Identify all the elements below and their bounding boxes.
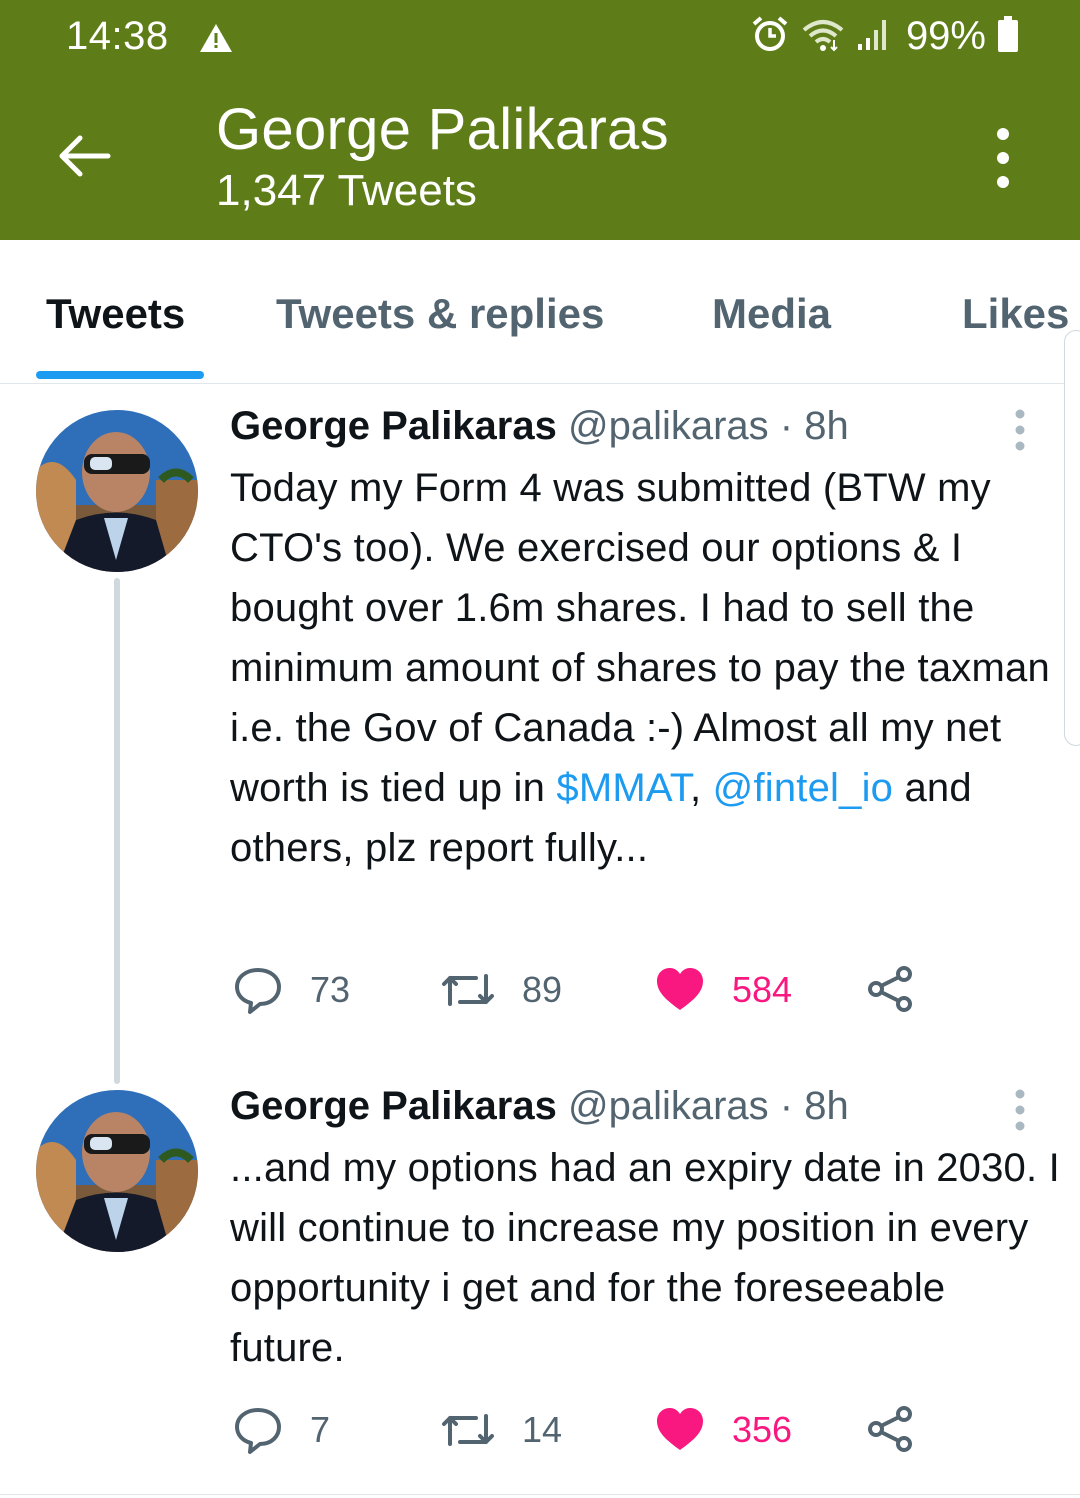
retweet-count: 14 — [522, 1409, 563, 1450]
reply-count: 73 — [310, 969, 351, 1010]
signal-icon — [856, 14, 892, 59]
battery-percent: 99% — [905, 14, 986, 58]
retweet-count: 89 — [522, 969, 563, 1010]
reply-button[interactable]: 7 — [232, 1404, 330, 1456]
tab-media[interactable]: Media — [712, 290, 831, 338]
page-title: George Palikaras — [216, 97, 669, 162]
retweet-button[interactable]: 89 — [440, 964, 562, 1016]
reply-count: 7 — [310, 1409, 331, 1450]
tweet-count: 1,347 Tweets — [216, 166, 477, 215]
reply-icon — [235, 1408, 281, 1454]
tweet-text: Today my Form 4 was submitted (BTW my CT… — [230, 458, 1060, 878]
tweet-text-separator: , — [690, 766, 713, 810]
more-vertical-icon — [997, 128, 1009, 188]
more-vertical-icon — [1015, 1089, 1025, 1131]
author-meta: @palikaras · 8h — [567, 404, 849, 448]
divider — [0, 1494, 1080, 1495]
wifi-icon — [800, 14, 846, 59]
author-meta: @palikaras · 8h — [567, 1084, 849, 1128]
like-button[interactable]: 356 — [654, 1404, 792, 1456]
alert-triangle-icon — [198, 22, 234, 59]
share-icon — [868, 1406, 912, 1452]
tweet-actions: 73 89 584 — [230, 964, 930, 1024]
more-vertical-icon — [1015, 409, 1025, 451]
tweet-text: ...and my options had an expiry date in … — [230, 1146, 1060, 1370]
tab-likes[interactable]: Likes — [962, 290, 1069, 338]
avatar[interactable] — [36, 410, 198, 572]
tweet[interactable]: George Palikaras @palikaras · 8h ...and … — [0, 1064, 1080, 1494]
reply-icon — [235, 968, 281, 1014]
tweet-header: George Palikaras @palikaras · 8h — [230, 1084, 849, 1129]
arrow-left-icon — [59, 135, 111, 177]
tweet-menu-button[interactable] — [1010, 1088, 1030, 1132]
heart-icon — [657, 1408, 703, 1450]
status-icons: 99% — [750, 14, 1020, 59]
avatar[interactable] — [36, 1090, 198, 1252]
retweet-icon — [442, 1414, 494, 1446]
alarm-icon — [750, 14, 790, 59]
like-count: 584 — [732, 969, 793, 1010]
back-button[interactable] — [52, 128, 116, 184]
tab-tweets-and-replies[interactable]: Tweets & replies — [276, 290, 604, 338]
tweet[interactable]: George Palikaras @palikaras · 8h Today m… — [0, 384, 1080, 1084]
tweet-actions: 7 14 356 — [230, 1404, 930, 1464]
heart-icon — [657, 968, 703, 1010]
tab-tweets[interactable]: Tweets — [46, 290, 185, 338]
share-button[interactable] — [866, 964, 916, 1014]
author-name[interactable]: George Palikaras — [230, 404, 557, 448]
battery-icon — [996, 14, 1020, 59]
like-button[interactable]: 584 — [654, 964, 792, 1016]
retweet-button[interactable]: 14 — [440, 1404, 562, 1456]
cashtag-link[interactable]: $MMAT — [556, 766, 690, 810]
share-icon — [868, 966, 912, 1012]
share-button[interactable] — [866, 1404, 916, 1454]
author-name[interactable]: George Palikaras — [230, 1084, 557, 1128]
profile-photo — [36, 410, 198, 572]
profile-header: George Palikaras 1,347 Tweets — [0, 78, 1080, 240]
status-bar: 14:38 99% — [0, 0, 1080, 78]
profile-tabs: Tweets Tweets & replies Media Likes — [0, 240, 1080, 384]
active-tab-indicator — [36, 371, 204, 379]
more-options-button[interactable] — [988, 126, 1018, 190]
retweet-icon — [442, 974, 494, 1006]
profile-photo — [36, 1090, 198, 1252]
like-count: 356 — [732, 1409, 793, 1450]
mention-link[interactable]: @fintel_io — [713, 766, 893, 810]
tweet-menu-button[interactable] — [1010, 408, 1030, 452]
reply-button[interactable]: 73 — [232, 964, 350, 1016]
tweet-text-part: Today my Form 4 was submitted (BTW my CT… — [230, 466, 1050, 810]
status-time: 14:38 — [66, 14, 169, 58]
tweet-header: George Palikaras @palikaras · 8h — [230, 404, 849, 449]
thread-line — [114, 578, 120, 1084]
